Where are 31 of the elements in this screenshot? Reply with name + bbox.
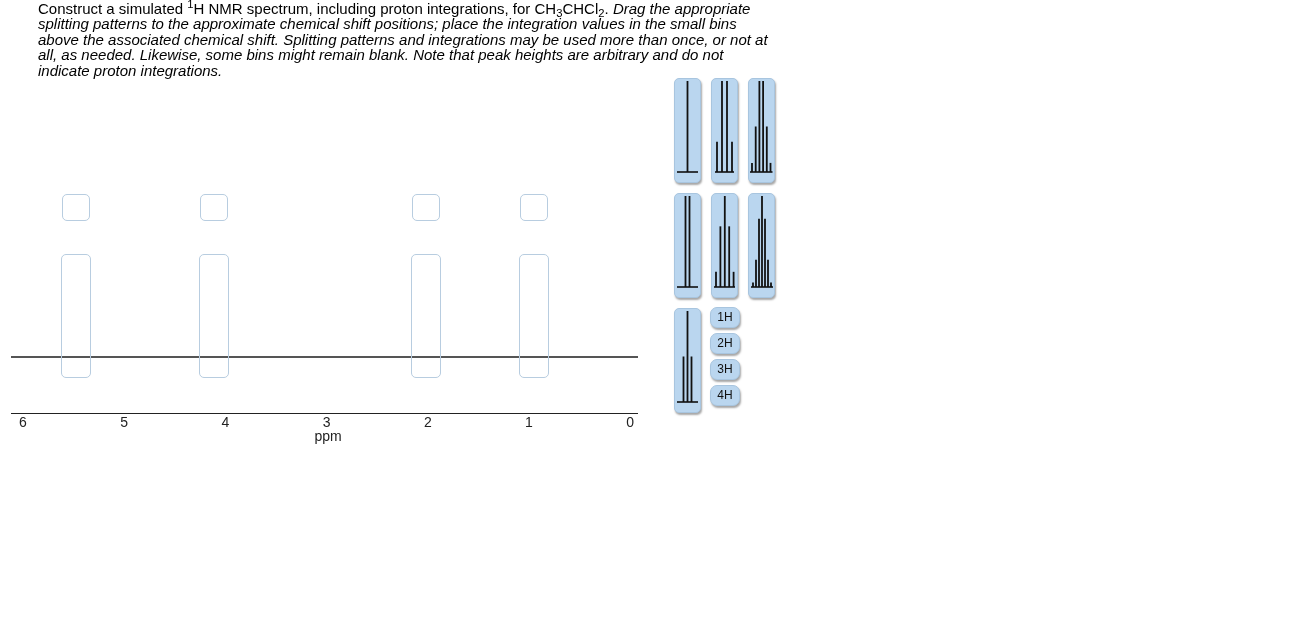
axis-tick-label: 6 xyxy=(19,414,27,431)
integration-tile[interactable]: 3H xyxy=(710,359,740,381)
integration-tile[interactable]: 2H xyxy=(710,333,740,355)
integration-drop-bin[interactable] xyxy=(200,194,228,222)
axis-tick-label: 4 xyxy=(221,414,230,431)
integration-tile[interactable]: 4H xyxy=(710,385,740,407)
integration-tile[interactable]: 1H xyxy=(710,307,740,329)
quintet-peaks-icon xyxy=(713,195,736,289)
splitting-pattern-tile[interactable] xyxy=(748,78,775,184)
axis-tick-label: 3 xyxy=(322,414,331,431)
integration-drop-bin[interactable] xyxy=(62,194,90,222)
doublet-peaks-icon xyxy=(677,195,698,289)
question-text: Construct a simulated $^{1}$H NMR spectrum, including proton integrations, for CH$_{3}$CHCl$_{2}$. Drag the appropriate splitting patterns to the approximate chemical shift positions; place the integration values in the small bins above the associated chemical shift. Splitting patterns and integrations may be used more than once, or not at all, as needed. Likewise, some bins might remain blank. Note that peak heights are arbitrary and do not indicate proton integrations. xyxy=(38,0,769,79)
integration-drop-bin[interactable] xyxy=(412,194,440,222)
quartet-peaks-icon xyxy=(715,80,734,174)
axis-tick-label: 5 xyxy=(120,414,129,431)
splitting-pattern-tile[interactable] xyxy=(674,193,701,299)
singlet-peak-icon xyxy=(677,80,698,174)
sextet-peaks-icon xyxy=(750,80,773,174)
septet-peaks-icon xyxy=(750,195,773,289)
splitting-pattern-tile[interactable] xyxy=(748,193,775,299)
axis-tick-label: 0 xyxy=(626,414,635,431)
axis-tick-label: 1 xyxy=(525,414,533,431)
axis-title: ppm xyxy=(314,428,342,445)
axis-tick-label: 2 xyxy=(423,414,432,431)
splitting-pattern-tile[interactable] xyxy=(674,308,701,414)
splitting-pattern-tile[interactable] xyxy=(711,78,738,184)
splitting-pattern-tile[interactable] xyxy=(711,193,738,299)
triplet-peaks-icon xyxy=(677,310,698,404)
integration-drop-bin[interactable] xyxy=(520,194,548,222)
splitting-pattern-tile[interactable] xyxy=(674,78,701,184)
